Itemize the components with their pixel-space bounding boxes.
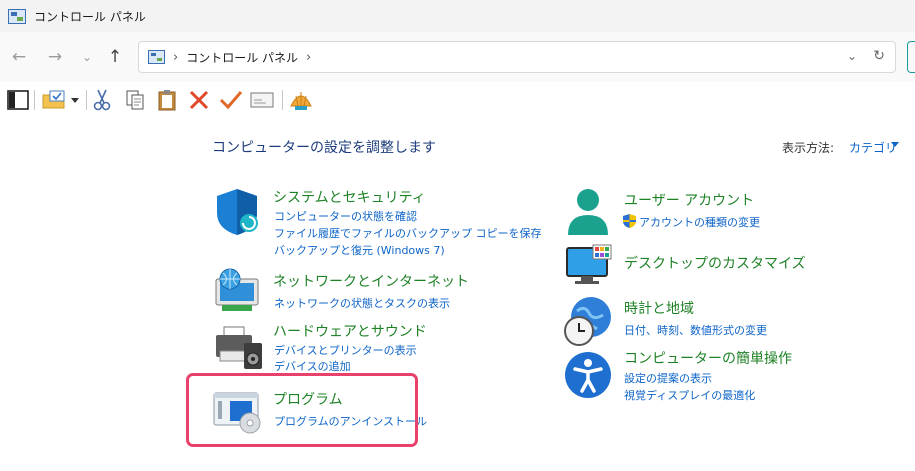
toolbar-separator bbox=[282, 90, 283, 110]
checkmark-icon[interactable] bbox=[219, 88, 243, 112]
breadcrumb-separator-icon[interactable]: › bbox=[173, 50, 178, 65]
category-title-network[interactable]: ネットワークとインターネット bbox=[273, 271, 469, 291]
dropdown-arrow-icon[interactable] bbox=[68, 88, 82, 112]
link-change-date-time-format[interactable]: 日付、時刻、数値形式の変更 bbox=[624, 322, 767, 338]
breadcrumb-item[interactable]: コントロール パネル bbox=[186, 49, 298, 66]
category-title-clock-region[interactable]: 時計と地域 bbox=[624, 298, 694, 318]
desktop-customize-icon[interactable] bbox=[565, 244, 613, 290]
layout-icon[interactable] bbox=[6, 88, 30, 112]
arrow-right-icon[interactable]: → bbox=[42, 44, 68, 70]
search-box[interactable] bbox=[907, 41, 915, 73]
category-title-hardware-sound[interactable]: ハードウェアとサウンド bbox=[273, 321, 427, 341]
link-suggested-settings[interactable]: 設定の提案の表示 bbox=[624, 370, 712, 386]
arrow-up-icon[interactable]: ↑ bbox=[102, 44, 128, 70]
shield-icon[interactable] bbox=[213, 187, 261, 241]
scissors-icon[interactable] bbox=[90, 88, 114, 112]
link-check-computer-status[interactable]: コンピューターの状態を確認 bbox=[274, 208, 417, 224]
user-icon[interactable] bbox=[566, 187, 610, 241]
highlight-box bbox=[186, 373, 418, 447]
copy-icon[interactable] bbox=[123, 88, 147, 112]
title-bar: コントロール パネル bbox=[0, 0, 915, 32]
network-globe-icon[interactable] bbox=[212, 265, 262, 319]
chevron-down-icon[interactable]: ⌄ bbox=[74, 44, 100, 70]
refresh-icon[interactable]: ↻ bbox=[873, 48, 885, 64]
link-devices-printers[interactable]: デバイスとプリンターの表示 bbox=[274, 342, 417, 358]
toolbar-separator bbox=[34, 90, 35, 110]
toolbar bbox=[0, 82, 915, 118]
breadcrumb-separator-icon[interactable]: › bbox=[306, 50, 311, 65]
link-change-account-type[interactable]: アカウントの種類の変更 bbox=[639, 214, 760, 230]
category-title-appearance[interactable]: デスクトップのカスタマイズ bbox=[624, 253, 806, 273]
link-backup-restore[interactable]: バックアップと復元 (Windows 7) bbox=[274, 242, 445, 258]
category-title-ease-of-access[interactable]: コンピューターの簡単操作 bbox=[624, 348, 792, 368]
shell-icon[interactable] bbox=[289, 88, 313, 112]
category-title-system-security[interactable]: システムとセキュリティ bbox=[273, 187, 426, 207]
address-bar[interactable]: › コントロール パネル › ⌄ ↻ bbox=[138, 41, 896, 73]
address-history-dropdown-icon[interactable]: ⌄ bbox=[847, 49, 857, 63]
folder-check-icon[interactable] bbox=[42, 88, 66, 112]
category-title-user-accounts[interactable]: ユーザー アカウント bbox=[624, 190, 754, 210]
clock-globe-icon[interactable] bbox=[563, 295, 615, 351]
delete-x-icon[interactable] bbox=[187, 88, 211, 112]
printer-speaker-icon[interactable] bbox=[214, 325, 264, 375]
chevron-down-icon[interactable] bbox=[891, 142, 899, 147]
link-optimize-display[interactable]: 視覚ディスプレイの最適化 bbox=[624, 387, 755, 403]
view-by-label: 表示方法: bbox=[782, 141, 835, 155]
arrow-left-icon[interactable]: ← bbox=[6, 44, 32, 70]
page-title: コンピューターの設定を調整します bbox=[212, 140, 436, 156]
window-title: コントロール パネル bbox=[34, 9, 146, 24]
uac-shield-icon bbox=[623, 213, 636, 232]
link-file-history[interactable]: ファイル履歴でファイルのバックアップ コピーを保存 bbox=[274, 225, 542, 241]
toolbar-separator bbox=[86, 90, 87, 110]
control-panel-icon bbox=[148, 50, 165, 64]
clipboard-icon[interactable] bbox=[155, 88, 179, 112]
accessibility-icon[interactable] bbox=[563, 350, 613, 404]
link-network-status[interactable]: ネットワークの状態とタスクの表示 bbox=[274, 295, 450, 311]
link-add-device[interactable]: デバイスの追加 bbox=[274, 358, 351, 374]
navigation-bar: ← → ⌄ ↑ › コントロール パネル › ⌄ ↻ bbox=[0, 32, 915, 82]
envelope-icon[interactable] bbox=[250, 88, 274, 112]
view-by-dropdown[interactable]: カテゴリ bbox=[849, 139, 897, 156]
control-panel-icon bbox=[8, 8, 26, 24]
